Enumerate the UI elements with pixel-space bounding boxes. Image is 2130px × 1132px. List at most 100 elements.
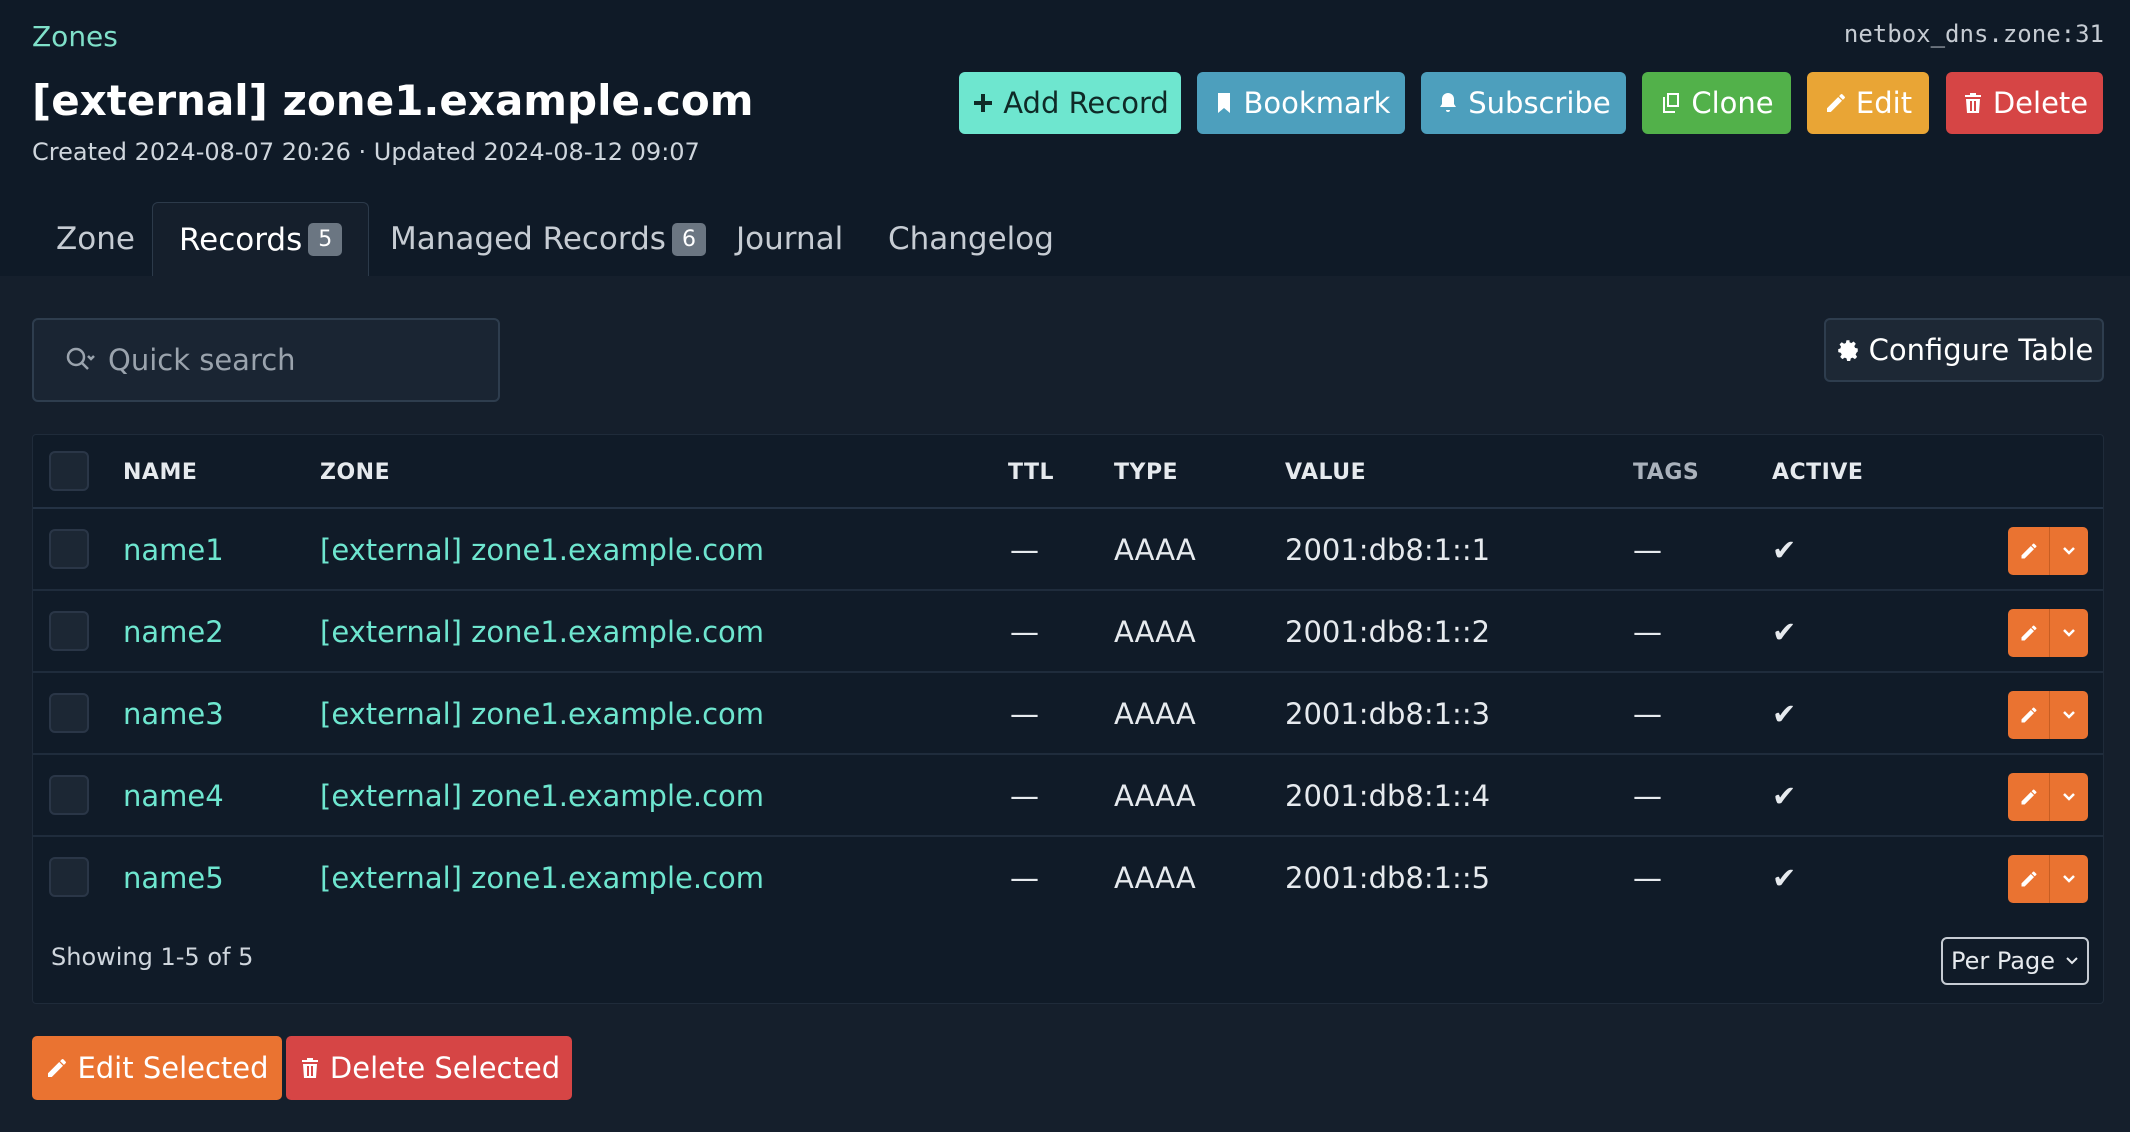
record-type: AAAA bbox=[1114, 861, 1196, 895]
column-header-value[interactable]: VALUE bbox=[1285, 435, 1366, 509]
add-record-label: Add Record bbox=[1003, 86, 1169, 120]
quick-search-box[interactable] bbox=[32, 318, 500, 402]
row-edit-button[interactable] bbox=[2008, 527, 2050, 575]
row-edit-button[interactable] bbox=[2008, 691, 2050, 739]
quick-search-input[interactable] bbox=[108, 343, 488, 377]
row-actions-dropdown[interactable] bbox=[2050, 691, 2088, 739]
table-header: NAME ZONE TTL TYPE VALUE TAGS ACTIVE bbox=[33, 435, 2103, 509]
row-checkbox[interactable] bbox=[49, 611, 89, 651]
record-type: AAAA bbox=[1114, 615, 1196, 649]
record-name-link[interactable]: name5 bbox=[123, 837, 224, 919]
row-checkbox[interactable] bbox=[49, 693, 89, 733]
records-table: NAME ZONE TTL TYPE VALUE TAGS ACTIVE nam… bbox=[32, 434, 2104, 1004]
tab-records-count: 5 bbox=[308, 223, 343, 256]
row-actions-dropdown[interactable] bbox=[2050, 609, 2088, 657]
configure-table-button[interactable]: Configure Table bbox=[1824, 318, 2104, 382]
table-row: name2 [external] zone1.example.com — AAA… bbox=[33, 591, 2103, 673]
record-zone-link[interactable]: [external] zone1.example.com bbox=[320, 837, 764, 919]
column-header-zone[interactable]: ZONE bbox=[320, 435, 390, 509]
delete-selected-label: Delete Selected bbox=[329, 1051, 561, 1085]
tab-records[interactable]: Records 5 bbox=[152, 202, 370, 276]
trash-icon bbox=[301, 1058, 318, 1078]
row-checkbox[interactable] bbox=[49, 775, 89, 815]
pencil-icon bbox=[2021, 625, 2036, 641]
chevron-down-icon bbox=[2063, 547, 2075, 555]
per-page-label: Per Page bbox=[1951, 947, 2055, 975]
add-record-button[interactable]: Add Record bbox=[959, 72, 1181, 134]
edit-label: Edit bbox=[1855, 86, 1913, 120]
row-actions-dropdown[interactable] bbox=[2050, 527, 2088, 575]
row-action-group bbox=[2008, 773, 2088, 821]
clone-label: Clone bbox=[1691, 86, 1774, 120]
column-header-type[interactable]: TYPE bbox=[1114, 435, 1178, 509]
subscribe-button[interactable]: Subscribe bbox=[1421, 72, 1626, 134]
record-zone-link[interactable]: [external] zone1.example.com bbox=[320, 509, 764, 591]
record-value: 2001:db8:1::4 bbox=[1285, 779, 1491, 813]
record-tags: — bbox=[1633, 533, 1662, 567]
page-header: Zones netbox_dns.zone:31 [external] zone… bbox=[0, 0, 2130, 276]
record-value: 2001:db8:1::1 bbox=[1285, 533, 1491, 567]
per-page-dropdown[interactable]: Per Page bbox=[1941, 937, 2089, 985]
edit-button[interactable]: Edit bbox=[1807, 72, 1929, 134]
row-action-group bbox=[2008, 855, 2088, 903]
record-ttl: — bbox=[1010, 615, 1039, 649]
record-ttl: — bbox=[1010, 861, 1039, 895]
tab-changelog[interactable]: Changelog bbox=[862, 202, 1080, 276]
gear-icon bbox=[1837, 340, 1858, 362]
row-edit-button[interactable] bbox=[2008, 609, 2050, 657]
chevron-down-icon bbox=[2063, 875, 2075, 883]
record-type: AAAA bbox=[1114, 779, 1196, 813]
tab-records-label: Records bbox=[179, 221, 303, 258]
select-all-checkbox[interactable] bbox=[49, 451, 89, 491]
bell-plus-icon bbox=[1440, 93, 1457, 112]
row-checkbox[interactable] bbox=[49, 857, 89, 897]
column-header-ttl[interactable]: TTL bbox=[1008, 435, 1054, 509]
table-row: name5 [external] zone1.example.com — AAA… bbox=[33, 837, 2103, 919]
tab-journal-label: Journal bbox=[736, 221, 844, 257]
record-active: ✔ bbox=[1772, 779, 1797, 813]
record-type: AAAA bbox=[1114, 697, 1196, 731]
record-zone-link[interactable]: [external] zone1.example.com bbox=[320, 591, 764, 673]
tab-journal[interactable]: Journal bbox=[710, 202, 869, 276]
record-tags: — bbox=[1633, 779, 1662, 813]
row-edit-button[interactable] bbox=[2008, 855, 2050, 903]
row-actions-dropdown[interactable] bbox=[2050, 773, 2088, 821]
record-name-link[interactable]: name1 bbox=[123, 509, 224, 591]
pagination-summary: Showing 1-5 of 5 bbox=[51, 943, 254, 971]
created-updated-meta: Created 2024-08-07 20:26 · Updated 2024-… bbox=[32, 138, 700, 166]
row-action-group bbox=[2008, 609, 2088, 657]
search-icon bbox=[66, 347, 95, 370]
pencil-icon bbox=[2021, 789, 2036, 805]
chevron-down-icon bbox=[2063, 793, 2075, 801]
column-header-tags: TAGS bbox=[1633, 459, 1700, 485]
record-zone-link[interactable]: [external] zone1.example.com bbox=[320, 673, 764, 755]
action-toolbar: Add Record Bookmark Subscribe Clone Edit… bbox=[0, 72, 2130, 134]
record-tags: — bbox=[1633, 861, 1662, 895]
record-name-link[interactable]: name3 bbox=[123, 673, 224, 755]
column-header-active[interactable]: ACTIVE bbox=[1772, 435, 1863, 509]
record-value: 2001:db8:1::5 bbox=[1285, 861, 1491, 895]
tab-managed-records[interactable]: Managed Records 6 bbox=[364, 202, 732, 276]
bookmark-button[interactable]: Bookmark bbox=[1197, 72, 1405, 134]
record-name-link[interactable]: name4 bbox=[123, 755, 224, 837]
row-edit-button[interactable] bbox=[2008, 773, 2050, 821]
clone-button[interactable]: Clone bbox=[1642, 72, 1791, 134]
delete-button[interactable]: Delete bbox=[1946, 72, 2103, 134]
bookmark-icon bbox=[1217, 93, 1230, 113]
record-zone-link[interactable]: [external] zone1.example.com bbox=[320, 755, 764, 837]
edit-selected-label: Edit Selected bbox=[77, 1051, 269, 1085]
column-header-name[interactable]: NAME bbox=[123, 435, 197, 509]
pencil-icon bbox=[48, 1059, 67, 1077]
record-name-link[interactable]: name2 bbox=[123, 591, 224, 673]
row-checkbox[interactable] bbox=[49, 529, 89, 569]
chevron-down-icon bbox=[2063, 629, 2075, 637]
record-value: 2001:db8:1::3 bbox=[1285, 697, 1491, 731]
record-tags: — bbox=[1633, 697, 1662, 731]
tab-zone[interactable]: Zone bbox=[30, 202, 161, 276]
edit-selected-button[interactable]: Edit Selected bbox=[32, 1036, 282, 1100]
breadcrumb-zones[interactable]: Zones bbox=[32, 20, 118, 53]
record-ttl: — bbox=[1010, 533, 1039, 567]
row-actions-dropdown[interactable] bbox=[2050, 855, 2088, 903]
tab-managed-records-label: Managed Records bbox=[390, 221, 666, 257]
delete-selected-button[interactable]: Delete Selected bbox=[286, 1036, 572, 1100]
